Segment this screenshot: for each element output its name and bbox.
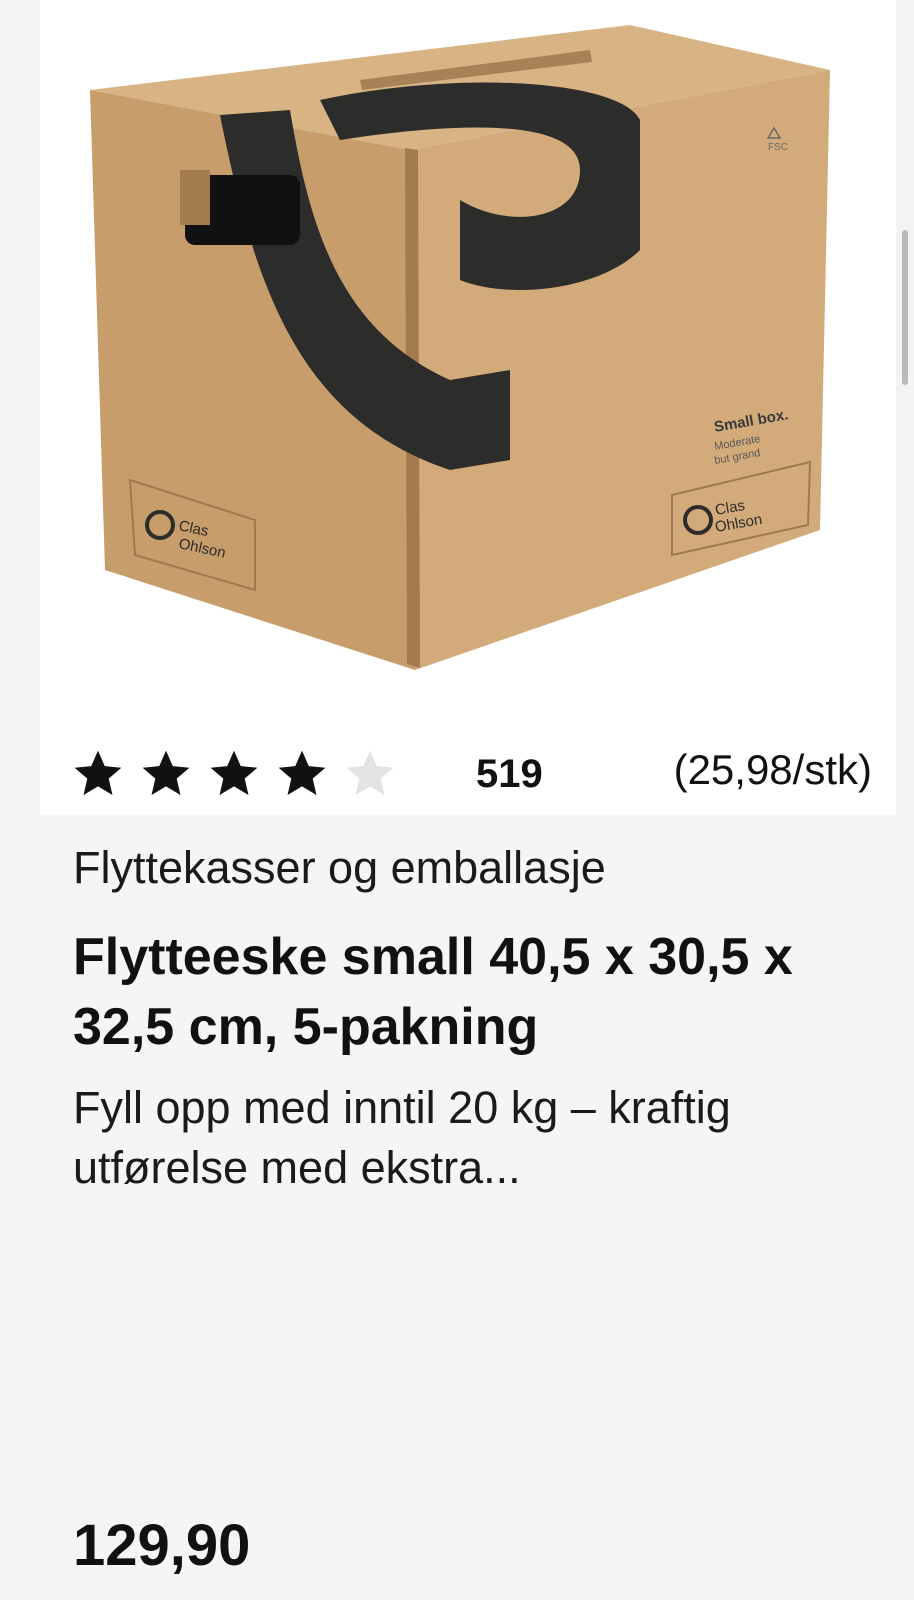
star-rating: [70, 746, 398, 806]
unit-price: (25,98/stk): [673, 746, 872, 793]
product-price: 129,90: [73, 1513, 251, 1578]
product-description: Fyll opp med inntil 20 kg – kraftig utfø…: [73, 1082, 731, 1193]
star-empty-icon: [342, 746, 398, 806]
svg-text:FSC: FSC: [768, 142, 788, 153]
rating-row[interactable]: 519 (25,98/stk): [70, 738, 900, 808]
product-title[interactable]: Flytteeske small 40,5 x 30,5 x 32,5 cm, …: [73, 922, 863, 1062]
review-count[interactable]: 519: [476, 752, 543, 797]
product-card[interactable]: Clas Ohlson Small box. Moderate but gran…: [40, 0, 896, 1600]
product-page: Clas Ohlson Small box. Moderate but gran…: [0, 0, 914, 1600]
star-filled-icon: [206, 746, 262, 806]
product-image[interactable]: Clas Ohlson Small box. Moderate but gran…: [40, 0, 896, 815]
star-filled-icon: [70, 746, 126, 806]
product-image-area[interactable]: Clas Ohlson Small box. Moderate but gran…: [40, 0, 896, 815]
star-filled-icon: [274, 746, 330, 806]
product-category: Flyttekasser og emballasje: [73, 842, 606, 893]
scrollbar-thumb[interactable]: [902, 230, 908, 385]
star-filled-icon: [138, 746, 194, 806]
